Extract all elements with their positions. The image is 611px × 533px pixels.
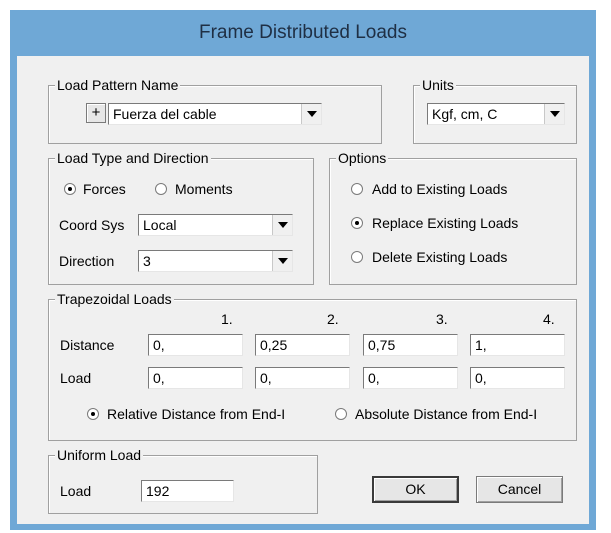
load-pattern-select[interactable]: Fuerza del cable <box>108 103 322 125</box>
load-field-1[interactable]: 0, <box>148 367 243 389</box>
load-pattern-value: Fuerza del cable <box>113 106 217 122</box>
chevron-down-icon[interactable] <box>544 104 564 124</box>
absolute-distance-radio[interactable] <box>335 408 347 420</box>
chevron-down-icon[interactable] <box>272 215 292 235</box>
load-field-4[interactable]: 0, <box>470 367 565 389</box>
units-select[interactable]: Kgf, cm, C <box>427 103 565 125</box>
chevron-down-icon[interactable] <box>272 251 292 271</box>
add-load-pattern-button[interactable]: + <box>86 103 106 123</box>
moments-radio[interactable] <box>155 183 167 195</box>
column-header: 4. <box>543 311 555 327</box>
coord-sys-select[interactable]: Local <box>138 214 293 236</box>
direction-value: 3 <box>143 253 151 269</box>
relative-distance-radio[interactable] <box>87 408 99 420</box>
direction-label: Direction <box>59 253 115 269</box>
absolute-distance-label: Absolute Distance from End-I <box>355 406 538 422</box>
column-header: 3. <box>436 311 448 327</box>
title-bar[interactable]: Frame Distributed Loads <box>10 10 596 56</box>
units-legend: Units <box>420 76 456 94</box>
delete-existing-label: Delete Existing Loads <box>372 249 508 265</box>
load-type-legend: Load Type and Direction <box>55 149 211 167</box>
add-existing-label: Add to Existing Loads <box>372 181 508 197</box>
units-value: Kgf, cm, C <box>432 106 498 122</box>
load-label: Load <box>60 370 92 386</box>
cancel-button[interactable]: Cancel <box>476 476 563 503</box>
chevron-down-icon[interactable] <box>301 104 321 124</box>
uniform-load-legend: Uniform Load <box>55 446 144 464</box>
trapezoidal-loads-group: Trapezoidal Loads 1. 2. 3. 4. Distance 0… <box>48 290 577 441</box>
forces-label: Forces <box>83 181 126 197</box>
relative-distance-label: Relative Distance from End-I <box>107 406 286 422</box>
forces-radio[interactable] <box>64 183 76 195</box>
replace-existing-label: Replace Existing Loads <box>372 215 519 231</box>
units-group: Units Kgf, cm, C <box>413 76 577 144</box>
direction-select[interactable]: 3 <box>138 250 293 272</box>
distance-field-1[interactable]: 0, <box>148 334 243 356</box>
moments-label: Moments <box>175 181 233 197</box>
load-field-3[interactable]: 0, <box>363 367 458 389</box>
uniform-load-field[interactable]: 192 <box>141 480 234 502</box>
options-group: Options Add to Existing Loads Replace Ex… <box>329 149 577 285</box>
distance-field-2[interactable]: 0,25 <box>255 334 350 356</box>
distance-field-3[interactable]: 0,75 <box>363 334 458 356</box>
uniform-load-label: Load <box>60 483 92 499</box>
load-field-2[interactable]: 0, <box>255 367 350 389</box>
options-legend: Options <box>336 149 389 167</box>
distance-field-4[interactable]: 1, <box>470 334 565 356</box>
column-header: 2. <box>327 311 339 327</box>
column-header: 1. <box>221 311 233 327</box>
distance-label: Distance <box>60 337 115 353</box>
coord-sys-label: Coord Sys <box>59 217 125 233</box>
load-type-group: Load Type and Direction Forces Moments C… <box>48 149 314 285</box>
delete-existing-radio[interactable] <box>351 251 363 263</box>
coord-sys-value: Local <box>143 217 177 233</box>
ok-button[interactable]: OK <box>372 476 459 503</box>
uniform-load-group: Uniform Load Load 192 <box>48 446 318 514</box>
dialog-window: Frame Distributed Loads Load Pattern Nam… <box>10 10 596 530</box>
add-existing-radio[interactable] <box>351 183 363 195</box>
dialog-body: Load Pattern Name + Fuerza del cable Uni… <box>17 56 589 524</box>
dialog-title: Frame Distributed Loads <box>198 22 408 43</box>
load-pattern-legend: Load Pattern Name <box>55 76 181 94</box>
trapezoidal-legend: Trapezoidal Loads <box>55 290 174 308</box>
load-pattern-group: Load Pattern Name + Fuerza del cable <box>48 76 382 144</box>
replace-existing-radio[interactable] <box>351 217 363 229</box>
